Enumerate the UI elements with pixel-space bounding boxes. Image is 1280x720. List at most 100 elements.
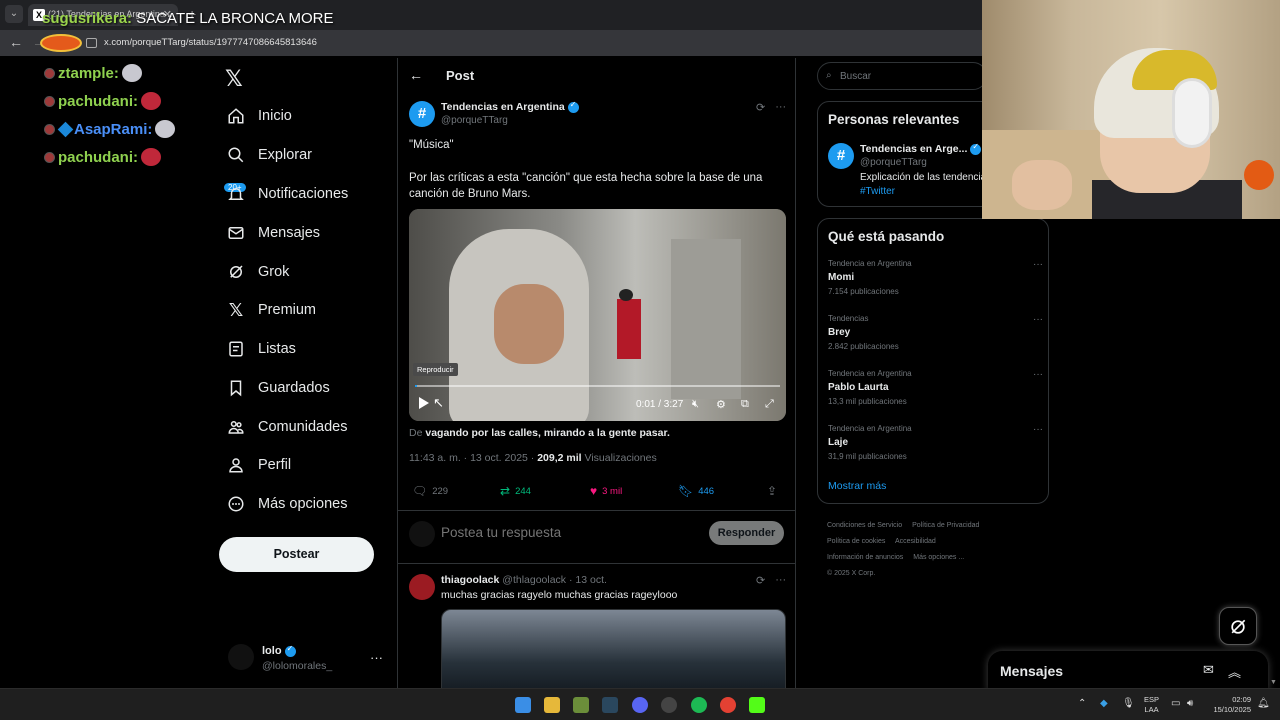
site-info-icon[interactable]: [86, 38, 97, 48]
windows-start-icon[interactable]: [515, 697, 531, 713]
app-icon[interactable]: [573, 697, 589, 713]
new-message-icon[interactable]: ✉: [1203, 662, 1214, 678]
author-name[interactable]: Tendencias en Argentina: [441, 100, 579, 113]
account-handle: @lolomorales_: [262, 660, 333, 672]
video-player[interactable]: Reproducir ↖ 0:01 / 3:27 🔇︎ ⚙ ⧉ ⤢: [409, 209, 786, 421]
back-arrow-icon[interactable]: ←: [9, 34, 23, 50]
notification-bell-icon[interactable]: 🔔︎: [1257, 698, 1270, 709]
grok-fab-button[interactable]: [1219, 607, 1257, 645]
relevant-name-text: Tendencias en Arge...: [860, 143, 968, 155]
nav-item-inicio[interactable]: Inicio: [226, 104, 292, 128]
share-action[interactable]: ⇪: [767, 484, 777, 498]
settings-gear-icon[interactable]: ⚙: [716, 398, 726, 411]
footer-link[interactable]: Política de Privacidad: [912, 522, 979, 529]
grok-icon[interactable]: ⟳: [756, 574, 765, 587]
trend-item[interactable]: Tendencia en Argentina Laje 31,9 mil pub…: [828, 424, 1043, 461]
footer-link[interactable]: Condiciones de Servicio: [827, 522, 902, 529]
reply-avatar[interactable]: [409, 574, 435, 600]
more-icon[interactable]: ···: [1033, 424, 1043, 435]
search-input[interactable]: ⌕ Buscar: [817, 62, 987, 90]
back-arrow-icon[interactable]: ←: [409, 67, 423, 83]
footer-link[interactable]: Política de cookies: [827, 538, 885, 545]
nav-item-premium[interactable]: 𝕏 Premium: [226, 298, 316, 322]
like-action[interactable]: ♥ 3 mil: [590, 484, 622, 498]
nav-item-guardados[interactable]: Guardados: [226, 376, 330, 400]
network-icon[interactable]: ▭: [1171, 698, 1180, 709]
clock-time: 02:09: [1232, 695, 1251, 704]
messages-drawer[interactable]: Mensajes ✉ ︽: [988, 651, 1268, 691]
reply-media[interactable]: [441, 609, 786, 688]
bookmark-action[interactable]: 🔖︎ 446: [678, 484, 714, 498]
grok-icon[interactable]: ⟳: [756, 101, 765, 114]
spotify-icon[interactable]: [691, 697, 707, 713]
volume-icon[interactable]: 🔊︎: [1187, 698, 1193, 709]
tab-search-button[interactable]: ⌄: [5, 5, 23, 23]
avatar[interactable]: [228, 644, 254, 670]
more-icon[interactable]: ···: [775, 574, 786, 587]
system-clock[interactable]: 02:09 15/10/2025: [1207, 695, 1251, 715]
more-icon[interactable]: ···: [1033, 314, 1043, 325]
play-icon[interactable]: [419, 397, 429, 409]
microphone-icon[interactable]: 🎙︎: [1122, 698, 1135, 709]
kick-icon[interactable]: [749, 697, 765, 713]
scroll-down-arrow-icon[interactable]: ▼: [1270, 679, 1277, 686]
badge-icon: [44, 67, 55, 79]
relevant-hashtag[interactable]: #Twitter: [860, 186, 895, 197]
nav-item-grok[interactable]: Grok: [226, 260, 289, 284]
source-link[interactable]: vagando por las calles, mirando a la gen…: [425, 427, 670, 439]
repost-action[interactable]: ⇄ 244: [500, 484, 531, 498]
nav-item-listas[interactable]: Listas: [226, 337, 296, 361]
nav-item-mas-opciones[interactable]: Más opciones: [226, 492, 347, 516]
reply-composer: Responder: [398, 510, 795, 564]
discord-icon[interactable]: [632, 697, 648, 713]
tray-app-icon[interactable]: ◆: [1100, 698, 1108, 709]
search-icon: ⌕: [826, 70, 832, 81]
nav-item-explorar[interactable]: Explorar: [226, 143, 312, 167]
x-logo-icon[interactable]: 𝕏: [225, 66, 243, 92]
reply-button[interactable]: Responder: [709, 521, 784, 545]
lips-emote-icon: [141, 148, 162, 166]
video-progress-bar[interactable]: [415, 385, 780, 387]
more-icon[interactable]: ···: [1033, 369, 1043, 380]
reply-author[interactable]: thiagoolack @thlagoolack · 13 oct.: [441, 574, 607, 586]
language-indicator[interactable]: ESP LAA: [1144, 695, 1159, 715]
nav-item-perfil[interactable]: Perfil: [226, 453, 291, 477]
expand-icon[interactable]: ︽: [1228, 662, 1241, 681]
trend-item[interactable]: Tendencia en Argentina Momi 7.154 public…: [828, 259, 1043, 296]
chrome-icon[interactable]: [720, 697, 736, 713]
nav-item-notificaciones[interactable]: Notificaciones: [226, 182, 348, 206]
trend-count: 13,3 mil publicaciones: [828, 397, 907, 406]
badge-icon: [44, 95, 55, 107]
url-field[interactable]: x.com/porqueTTarg/status/197774708664581…: [104, 37, 317, 48]
file-explorer-icon[interactable]: [544, 697, 560, 713]
show-more-link[interactable]: Mostrar más: [828, 480, 886, 492]
nav-item-comunidades[interactable]: Comunidades: [226, 415, 347, 439]
account-more-icon[interactable]: ···: [370, 650, 383, 665]
mute-icon[interactable]: 🔇︎: [692, 398, 699, 411]
nav-label: Comunidades: [258, 419, 348, 435]
relevant-name[interactable]: Tendencias en Arge...: [860, 142, 982, 155]
relevant-avatar[interactable]: #: [828, 143, 854, 169]
author-handle[interactable]: @porqueTTarg: [441, 115, 508, 126]
account-name[interactable]: lolo: [262, 644, 296, 657]
chat-line: pachudani:: [44, 92, 162, 110]
footer-link[interactable]: Accesibilidad: [895, 538, 936, 545]
author-avatar[interactable]: #: [409, 101, 435, 127]
more-icon[interactable]: ···: [775, 101, 786, 114]
footer-link[interactable]: Más opciones ...: [913, 554, 964, 561]
trend-name: Laje: [828, 437, 849, 448]
tray-chevron-icon[interactable]: ⌃: [1078, 698, 1086, 709]
trend-item[interactable]: Tendencia en Argentina Pablo Laurta 13,3…: [828, 369, 1043, 406]
nav-item-mensajes[interactable]: Mensajes: [226, 221, 320, 245]
post-button[interactable]: Postear: [219, 537, 374, 572]
pip-icon[interactable]: ⧉: [741, 398, 749, 411]
obs-icon[interactable]: [661, 697, 677, 713]
steam-icon[interactable]: [602, 697, 618, 713]
fullscreen-icon[interactable]: ⤢: [765, 398, 774, 411]
trend-item[interactable]: Tendencias Brey 2.842 publicaciones ···: [828, 314, 1043, 351]
post-timestamp[interactable]: 11:43 a. m. · 13 oct. 2025 ·: [409, 452, 534, 464]
footer-link[interactable]: Información de anuncios: [827, 554, 903, 561]
more-icon[interactable]: ···: [1033, 259, 1043, 270]
reply-action[interactable]: 🗨︎ 229: [412, 484, 448, 498]
reply-input[interactable]: [441, 525, 691, 540]
